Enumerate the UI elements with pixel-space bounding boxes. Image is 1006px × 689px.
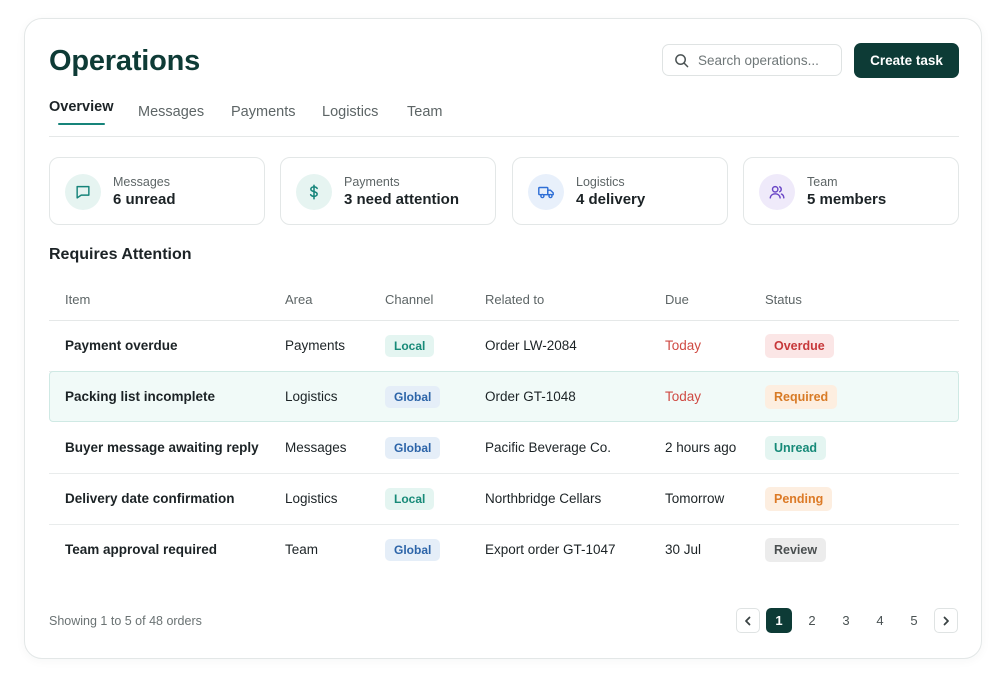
tab-bar: Overview Messages Payments Logistics Tea… bbox=[49, 99, 959, 137]
page-button-3[interactable]: 3 bbox=[833, 608, 859, 633]
stat-value: 3 need attention bbox=[344, 191, 460, 208]
search-box[interactable] bbox=[662, 44, 842, 76]
row-area: Logistics bbox=[285, 491, 338, 506]
row-area: Messages bbox=[285, 440, 347, 455]
dollar-icon bbox=[296, 174, 332, 210]
page-button-4[interactable]: 4 bbox=[867, 608, 893, 633]
stat-card-logistics[interactable]: Logistics 4 delivery bbox=[512, 157, 728, 225]
row-area: Team bbox=[285, 542, 319, 557]
column-header-area: Area bbox=[285, 292, 313, 307]
row-related: Order LW-2084 bbox=[485, 338, 577, 353]
active-tab-indicator bbox=[58, 123, 105, 125]
row-due: 30 Jul bbox=[665, 542, 702, 557]
chevron-left-icon bbox=[745, 616, 751, 625]
tab-messages[interactable]: Messages bbox=[138, 104, 204, 120]
stat-value: 5 members bbox=[807, 191, 887, 208]
search-input[interactable] bbox=[698, 52, 838, 68]
truck-icon bbox=[528, 174, 564, 210]
row-due: Today bbox=[665, 338, 702, 353]
channel-chip: Global bbox=[385, 539, 441, 561]
row-item: Packing list incomplete bbox=[65, 389, 216, 404]
page-title: Operations bbox=[49, 45, 201, 77]
row-area: Payments bbox=[285, 338, 346, 353]
column-header-related: Related to bbox=[485, 292, 545, 307]
stat-value: 6 unread bbox=[113, 191, 176, 208]
row-related: Pacific Beverage Co. bbox=[485, 440, 612, 455]
column-header-status: Status bbox=[765, 292, 802, 307]
row-area: Logistics bbox=[285, 389, 338, 404]
stat-card-messages[interactable]: Messages 6 unread bbox=[49, 157, 265, 225]
row-due: Tomorrow bbox=[665, 491, 725, 506]
pagination-summary: Showing 1 to 5 of 48 orders bbox=[49, 614, 202, 628]
tab-logistics[interactable]: Logistics bbox=[322, 104, 378, 120]
message-icon bbox=[65, 174, 101, 210]
row-due: Today bbox=[665, 389, 702, 404]
status-badge: Required bbox=[765, 385, 838, 409]
section-title: Requires Attention bbox=[49, 246, 192, 263]
stat-value: 4 delivery bbox=[576, 191, 646, 208]
row-item: Buyer message awaiting reply bbox=[65, 440, 259, 455]
stat-label: Messages bbox=[113, 175, 170, 189]
column-header-item: Item bbox=[65, 292, 91, 307]
row-related: Export order GT-1047 bbox=[485, 542, 616, 557]
stat-label: Team bbox=[807, 175, 838, 189]
table-row[interactable]: Buyer message awaiting reply Messages Gl… bbox=[49, 423, 959, 474]
prev-page-button[interactable] bbox=[736, 608, 760, 633]
channel-chip: Local bbox=[385, 488, 435, 510]
create-task-button[interactable]: Create task bbox=[854, 43, 959, 78]
table-header: Item Area Channel Related to Due Status bbox=[49, 281, 959, 321]
stat-card-team[interactable]: Team 5 members bbox=[743, 157, 959, 225]
table-row[interactable]: Payment overdue Payments Local Order LW-… bbox=[49, 321, 959, 372]
operations-card: Operations Create task Overview Messages… bbox=[24, 18, 982, 659]
channel-chip: Global bbox=[385, 437, 441, 459]
row-related: Northbridge Cellars bbox=[485, 491, 602, 506]
table-row[interactable]: Delivery date confirmation Logistics Loc… bbox=[49, 474, 959, 525]
users-icon bbox=[759, 174, 795, 210]
row-due: 2 hours ago bbox=[665, 440, 737, 455]
row-item: Payment overdue bbox=[65, 338, 178, 353]
table-row[interactable]: Packing list incomplete Logistics Global… bbox=[49, 371, 959, 422]
stat-label: Logistics bbox=[576, 175, 625, 189]
status-badge: Pending bbox=[765, 487, 833, 511]
stat-card-payments[interactable]: Payments 3 need attention bbox=[280, 157, 496, 225]
next-page-button[interactable] bbox=[934, 608, 958, 633]
row-related: Order GT-1048 bbox=[485, 389, 576, 404]
channel-chip: Local bbox=[385, 335, 435, 357]
column-header-due: Due bbox=[665, 292, 689, 307]
tab-team[interactable]: Team bbox=[407, 104, 442, 120]
page-button-2[interactable]: 2 bbox=[799, 608, 825, 633]
row-item: Team approval required bbox=[65, 542, 218, 557]
page-button-1[interactable]: 1 bbox=[766, 608, 792, 633]
column-header-channel: Channel bbox=[385, 292, 434, 307]
page-button-5[interactable]: 5 bbox=[901, 608, 927, 633]
chevron-right-icon bbox=[943, 616, 949, 625]
tab-overview[interactable]: Overview bbox=[49, 99, 114, 115]
tab-payments[interactable]: Payments bbox=[231, 104, 295, 120]
row-item: Delivery date confirmation bbox=[65, 491, 235, 506]
status-badge: Overdue bbox=[765, 334, 834, 358]
status-badge: Review bbox=[765, 538, 827, 562]
table-row[interactable]: Team approval required Team Global Expor… bbox=[49, 525, 959, 576]
stat-label: Payments bbox=[344, 175, 400, 189]
channel-chip: Global bbox=[385, 386, 441, 408]
status-badge: Unread bbox=[765, 436, 827, 460]
search-icon bbox=[675, 53, 689, 67]
